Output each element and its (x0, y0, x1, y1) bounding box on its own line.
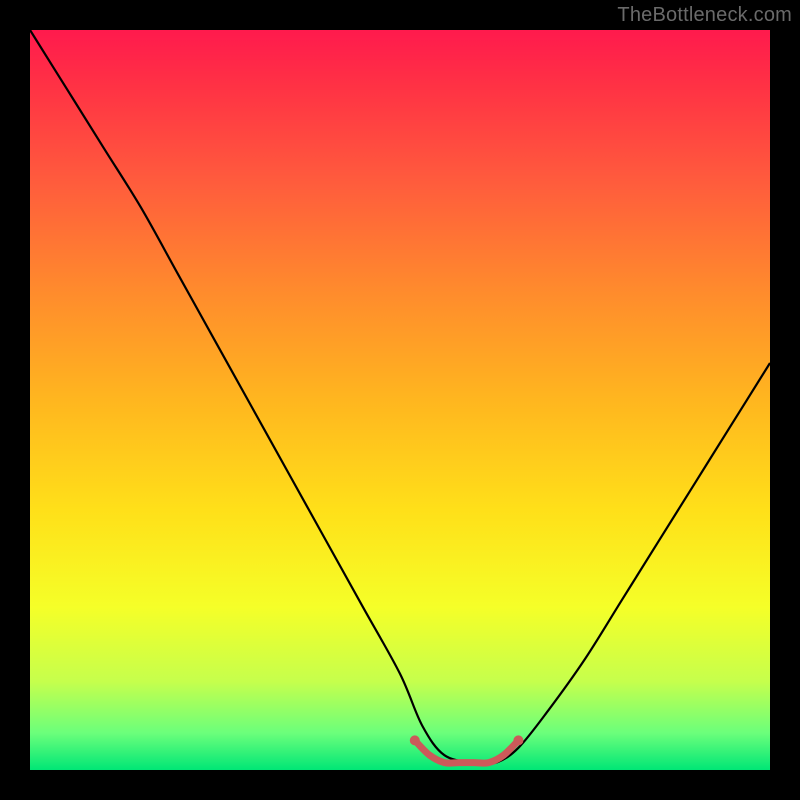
chart-plot-area (30, 30, 770, 770)
attribution-text: TheBottleneck.com (617, 4, 792, 27)
chart-frame: TheBottleneck.com (0, 0, 800, 800)
chart-svg (30, 30, 770, 770)
valley-highlight-path (415, 740, 519, 763)
bottleneck-curve-path (30, 30, 770, 764)
valley-dot-right (513, 735, 523, 745)
valley-dot-left (410, 735, 420, 745)
